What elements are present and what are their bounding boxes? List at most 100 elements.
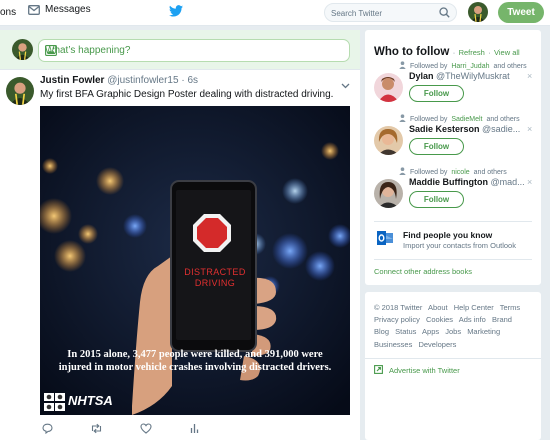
suggestion-card-dylan: Followed by Harri_Judah and others Dylan… <box>365 61 541 113</box>
footer-link-terms[interactable]: Terms <box>500 303 520 312</box>
footer-link-marketing[interactable]: Marketing <box>467 327 500 336</box>
tweet-media-image[interactable]: DISTRACTED DRIVING In 2015 alone, 3,477 … <box>40 106 350 415</box>
search-icon[interactable] <box>439 7 450 21</box>
advertise-link[interactable]: Advertise with Twitter <box>374 365 460 376</box>
retweet-icon[interactable] <box>90 423 103 437</box>
follow-button[interactable]: Follow <box>409 138 464 155</box>
analytics-icon[interactable] <box>190 423 199 437</box>
footer-copyright: © 2018 Twitter <box>374 303 423 312</box>
user-avatar[interactable] <box>468 2 488 22</box>
search-input[interactable] <box>331 7 436 19</box>
suggestion-handle: @sadie... <box>482 124 521 134</box>
tweet-author-handle[interactable]: @justinfowler15 <box>107 75 178 86</box>
tweet-actions <box>40 423 350 437</box>
find-people-subtitle: Import your contacts from Outlook <box>403 241 516 250</box>
suggestion-avatar[interactable] <box>374 179 403 208</box>
context-prefix: Followed by <box>410 62 448 70</box>
tweet-header: Justin Fowler @justinfowler15 · 6s <box>40 75 198 86</box>
suggestion-identity[interactable]: Maddie Buffington @mad... <box>409 177 533 187</box>
poster-logo-text: NHTSA <box>68 393 113 408</box>
tweet-card[interactable]: Justin Fowler @justinfowler15 · 6s My fi… <box>0 71 360 440</box>
suggestion-name: Sadie Kesterson <box>409 124 480 134</box>
context-name[interactable]: SadieMelt <box>451 116 482 123</box>
chevron-down-icon[interactable] <box>341 78 350 92</box>
tweet-text: My first BFA Graphic Design Poster deali… <box>40 89 334 100</box>
nav-messages-label: Messages <box>45 4 91 15</box>
find-people-title: Find people you know <box>403 230 493 240</box>
divider <box>365 358 541 359</box>
context-name[interactable]: Harri_Judah <box>451 63 489 70</box>
context-prefix: Followed by <box>410 115 448 123</box>
who-to-follow-title: Who to follow <box>374 46 450 58</box>
footer-links: © 2018 Twitter About Help Center Terms P… <box>374 302 534 351</box>
who-to-follow-panel: Who to follow · Refresh · View all Follo… <box>365 30 541 285</box>
suggestion-context: Followed by Harri_Judah and others <box>399 61 527 71</box>
follow-button[interactable]: Follow <box>409 85 464 102</box>
follow-button[interactable]: Follow <box>409 191 464 208</box>
nav-item-messages[interactable]: Messages <box>28 4 91 15</box>
context-suffix: and others <box>493 62 527 70</box>
view-all-link[interactable]: View all <box>494 48 520 57</box>
footer-link-cookies[interactable]: Cookies <box>426 315 453 324</box>
context-suffix: and others <box>486 115 520 123</box>
suggestion-handle: @TheWilyMuskrat <box>436 71 510 81</box>
envelope-icon <box>28 4 40 15</box>
external-link-icon <box>374 365 383 376</box>
suggestion-avatar[interactable] <box>374 73 403 102</box>
dismiss-icon[interactable]: × <box>527 124 532 134</box>
footer-link-help-center[interactable]: Help Center <box>454 303 494 312</box>
like-icon[interactable] <box>140 423 152 437</box>
add-photo-icon[interactable] <box>45 45 341 59</box>
footer-link-apps[interactable]: Apps <box>422 327 439 336</box>
suggestion-name: Dylan <box>409 71 434 81</box>
who-to-follow-header: Who to follow · Refresh · View all <box>374 44 520 58</box>
footer-link-blog[interactable]: Blog <box>374 327 389 336</box>
person-icon <box>399 61 406 71</box>
connect-address-books-link[interactable]: Connect other address books <box>374 267 472 276</box>
footer-link-ads-info[interactable]: Ads info <box>459 315 486 324</box>
suggestion-avatar[interactable] <box>374 126 403 155</box>
reply-icon[interactable] <box>42 423 53 437</box>
header-separator: · <box>452 48 456 57</box>
tweet-author-avatar[interactable] <box>6 77 34 105</box>
dismiss-icon[interactable]: × <box>527 71 532 81</box>
twitter-bird-icon[interactable] <box>169 5 183 20</box>
footer-link-jobs[interactable]: Jobs <box>445 327 461 336</box>
dismiss-icon[interactable]: × <box>527 177 532 187</box>
suggestion-identity[interactable]: Dylan @TheWilyMuskrat <box>409 71 533 81</box>
tweet-button[interactable]: Tweet <box>498 2 544 23</box>
footer-link-about[interactable]: About <box>428 303 448 312</box>
search-box[interactable] <box>324 3 457 22</box>
suggestion-name: Maddie Buffington <box>409 177 488 187</box>
advertise-label: Advertise with Twitter <box>389 366 460 375</box>
refresh-link[interactable]: Refresh <box>459 48 485 57</box>
person-icon <box>399 167 406 177</box>
context-name[interactable]: nicole <box>451 169 469 176</box>
footer-link-privacy-policy[interactable]: Privacy policy <box>374 315 420 324</box>
tweet-timestamp[interactable]: 6s <box>187 75 198 86</box>
footer-link-brand[interactable]: Brand <box>492 315 512 324</box>
compose-tweet: What’s happening? <box>0 30 360 70</box>
nav-item-notifications[interactable]: ons <box>0 7 16 18</box>
suggestion-identity[interactable]: Sadie Kesterson @sadie... <box>409 124 533 134</box>
divider <box>374 259 532 260</box>
footer-link-status[interactable]: Status <box>395 327 416 336</box>
find-people-row[interactable]: Find people you know Import your contact… <box>374 228 539 258</box>
context-suffix: and others <box>473 168 507 176</box>
suggestion-context: Followed by SadieMelt and others <box>399 114 520 124</box>
header-separator: · <box>488 48 491 57</box>
poster-sign-line1: DISTRACTED <box>184 267 246 277</box>
tweet-separator: · <box>181 75 185 86</box>
tweet-author-name[interactable]: Justin Fowler <box>40 75 104 86</box>
top-navigation-bar: ons Messages Tweet <box>0 0 550 26</box>
divider <box>374 221 532 222</box>
poster-caption: In 2015 alone, 3,477 people were killed,… <box>58 349 332 374</box>
footer-link-businesses[interactable]: Businesses <box>374 340 412 349</box>
footer-panel: © 2018 Twitter About Help Center Terms P… <box>365 292 541 440</box>
suggestion-context: Followed by nicole and others <box>399 167 507 177</box>
person-icon <box>399 114 406 124</box>
footer-link-developers[interactable]: Developers <box>418 340 456 349</box>
poster-sign-line2: DRIVING <box>194 278 236 288</box>
suggestion-handle: @mad... <box>490 177 525 187</box>
compose-input[interactable]: What’s happening? <box>38 39 350 62</box>
